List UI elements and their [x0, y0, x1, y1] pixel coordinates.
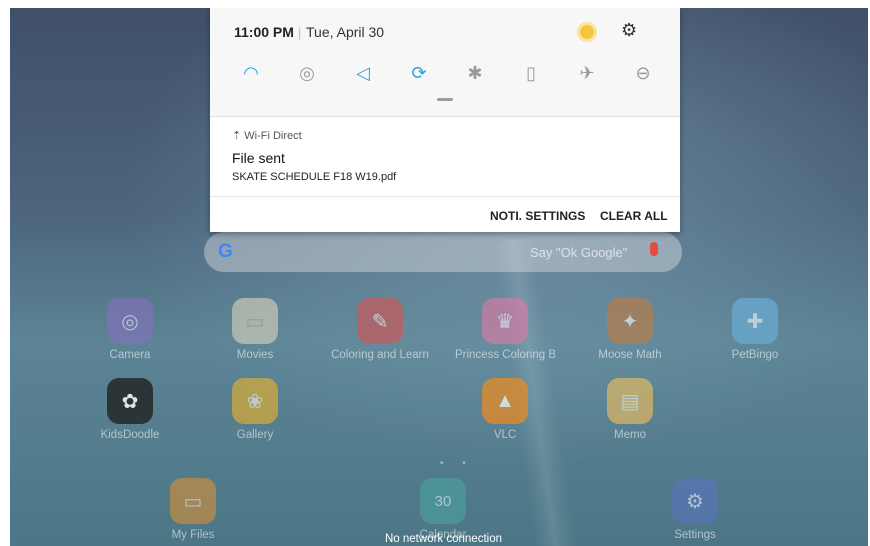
- dock-my-files[interactable]: ▭ My Files: [143, 478, 243, 541]
- app-camera[interactable]: ◎ Camera: [80, 298, 180, 361]
- shade-handle[interactable]: [437, 98, 453, 101]
- mic-icon[interactable]: [650, 242, 658, 256]
- date[interactable]: Tue, April 30: [306, 24, 384, 40]
- auto-rotate-icon[interactable]: ⟳: [406, 60, 432, 86]
- power-saving-icon[interactable]: ▯: [518, 60, 544, 86]
- separator: |: [298, 25, 302, 40]
- notification-card[interactable]: ⇡ Wi-Fi Direct File sent SKATE SCHEDULE …: [210, 116, 680, 196]
- notification-title: File sent: [232, 150, 285, 166]
- clock: 11:00 PM: [234, 24, 294, 40]
- sound-icon[interactable]: ◁: [350, 60, 376, 86]
- coloring-icon: ✎: [357, 298, 403, 344]
- app-memo[interactable]: ▤ Memo: [580, 378, 680, 441]
- network-status-toast: No network connection: [385, 533, 502, 545]
- google-logo-icon: G: [218, 241, 233, 262]
- gallery-icon: ❀: [232, 378, 278, 424]
- calendar-icon: 30: [420, 478, 466, 524]
- app-kidsdoodle[interactable]: ✿ KidsDoodle: [80, 378, 180, 441]
- do-not-disturb-icon[interactable]: ⊖: [630, 60, 656, 86]
- app-princess-coloring[interactable]: ♛ Princess Coloring B...: [455, 298, 555, 361]
- app-gallery[interactable]: ❀ Gallery: [205, 378, 305, 441]
- settings-icon: ⚙: [672, 478, 718, 524]
- location-icon[interactable]: ◎: [294, 60, 320, 86]
- notification-shade: 11:00 PM | Tue, April 30 ⚙ ◠ ◎ ◁ ⟳ ✱ ▯ ✈…: [210, 8, 680, 232]
- dock-calendar[interactable]: 30 Calendar: [393, 478, 493, 541]
- princess-icon: ♛: [482, 298, 528, 344]
- petbingo-icon: ✚: [732, 298, 778, 344]
- vlc-icon: ▲: [482, 378, 528, 424]
- notification-app-name: Wi-Fi Direct: [244, 130, 302, 142]
- memo-icon: ▤: [607, 378, 653, 424]
- app-coloring-and-learn[interactable]: ✎ Coloring and Learn: [330, 298, 430, 361]
- profile-icon[interactable]: [577, 22, 597, 42]
- gear-icon[interactable]: ⚙: [621, 20, 637, 41]
- notification-body: SKATE SCHEDULE F18 W19.pdf: [232, 171, 397, 183]
- upload-icon: ⇡: [232, 130, 242, 142]
- folder-icon: ▭: [232, 298, 278, 344]
- camera-icon: ◎: [107, 298, 153, 344]
- notification-actions: NOTI. SETTINGS CLEAR ALL: [210, 196, 680, 233]
- app-movies[interactable]: ▭ Movies: [205, 298, 305, 361]
- app-vlc[interactable]: ▲ VLC: [455, 378, 555, 441]
- bluetooth-icon[interactable]: ✱: [462, 60, 488, 86]
- clear-all-button[interactable]: CLEAR ALL: [600, 209, 668, 223]
- dock-settings[interactable]: ⚙ Settings: [645, 478, 745, 541]
- app-moose-math[interactable]: ✦ Moose Math: [580, 298, 680, 361]
- home-screen: ◎ Camera ▭ Movies ✎ Coloring and Learn ♛…: [10, 8, 868, 546]
- search-placeholder: Say "Ok Google": [530, 245, 628, 260]
- wifi-icon[interactable]: ◠: [238, 60, 264, 86]
- airplane-mode-icon[interactable]: ✈: [574, 60, 600, 86]
- page-indicator[interactable]: • •: [440, 458, 474, 469]
- myfiles-icon: ▭: [170, 478, 216, 524]
- noti-settings-button[interactable]: NOTI. SETTINGS: [490, 209, 585, 223]
- kidsdoodle-icon: ✿: [107, 378, 153, 424]
- quick-settings-panel: 11:00 PM | Tue, April 30 ⚙ ◠ ◎ ◁ ⟳ ✱ ▯ ✈…: [210, 8, 680, 117]
- app-petbingo[interactable]: ✚ PetBingo: [705, 298, 805, 361]
- moose-icon: ✦: [607, 298, 653, 344]
- google-search-bar[interactable]: G Say "Ok Google": [204, 232, 682, 272]
